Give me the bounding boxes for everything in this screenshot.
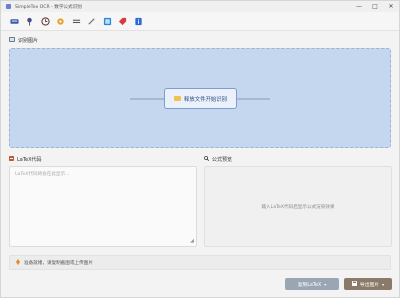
app-logo-icon [6,4,11,9]
formula-preview-area: 输入LaTeX代码后显示公式渲染效果 [204,166,392,247]
export-image-button[interactable]: 导出图片 ▾ [344,278,392,290]
tag-icon [118,17,127,25]
folder-icon [173,96,181,101]
info-tool-button[interactable] [131,14,145,28]
image-tool-button[interactable] [100,14,114,28]
pin-icon [27,17,32,26]
window-controls: — □ ✕ [351,1,399,12]
status-text: 准备就绪，请复制截图或上传图片 [24,260,93,266]
image-panel-label: 识别图片 [9,37,38,44]
copy-latex-label: 复制LaTeX [297,282,322,288]
preview-panel-title: 公式预览 [212,157,233,163]
image-panel-title: 识别图片 [18,38,39,44]
minimize-button[interactable]: — [351,1,367,12]
app-window: SimpleTex OCR - 数学公式识别 — □ ✕ 识别图片 释放文件开始… [0,0,400,298]
tag-tool-button[interactable] [116,14,130,28]
latex-panel-label: LaTeX代码 [9,156,42,163]
copy-latex-button[interactable]: 复制LaTeX ▾ [285,278,339,290]
text-tool-button[interactable] [69,14,83,28]
status-bar: 准备就绪，请复制截图或上传图片 [9,255,391,270]
preview-panel-label: 公式预览 [203,155,233,163]
pen-icon [88,17,95,25]
title-bar: SimpleTex OCR - 数学公式识别 — □ ✕ [1,1,399,12]
keyboard-tool-button[interactable] [7,14,21,28]
history-icon [40,16,50,26]
maximize-button[interactable]: □ [367,1,383,12]
preview-placeholder: 输入LaTeX代码后显示公式渲染效果 [261,204,335,210]
latex-panel-title: LaTeX代码 [17,157,42,163]
latex-placeholder: LaTeX代码将会在此显示... [15,172,70,177]
pen-tool-button[interactable] [85,14,99,28]
chevron-down-icon: ▾ [324,281,327,287]
text-icon [72,19,80,23]
export-image-label: 导出图片 [359,282,380,288]
keyboard-icon [9,18,19,24]
resize-grip-icon[interactable]: ◢ [190,238,194,244]
info-icon [134,17,142,25]
magnifier-icon [203,155,210,163]
window-title: SimpleTex OCR - 数学公式识别 [15,4,82,10]
latex-code-textarea[interactable]: LaTeX代码将会在此显示... ◢ [9,166,197,247]
settings-tool-button[interactable] [54,14,68,28]
pin-tool-button[interactable] [23,14,37,28]
history-tool-button[interactable] [38,14,52,28]
drop-upload-button[interactable]: 释放文件开始识别 [164,88,237,109]
drop-upload-label: 释放文件开始识别 [183,96,228,103]
save-icon [351,280,357,288]
toolbar [1,12,399,31]
status-icon [16,258,20,267]
close-button[interactable]: ✕ [383,1,399,12]
code-icon [9,156,14,163]
chevron-down-icon: ▾ [382,281,385,287]
image-icon [103,17,111,25]
image-icon [9,37,15,44]
settings-icon [57,17,64,25]
